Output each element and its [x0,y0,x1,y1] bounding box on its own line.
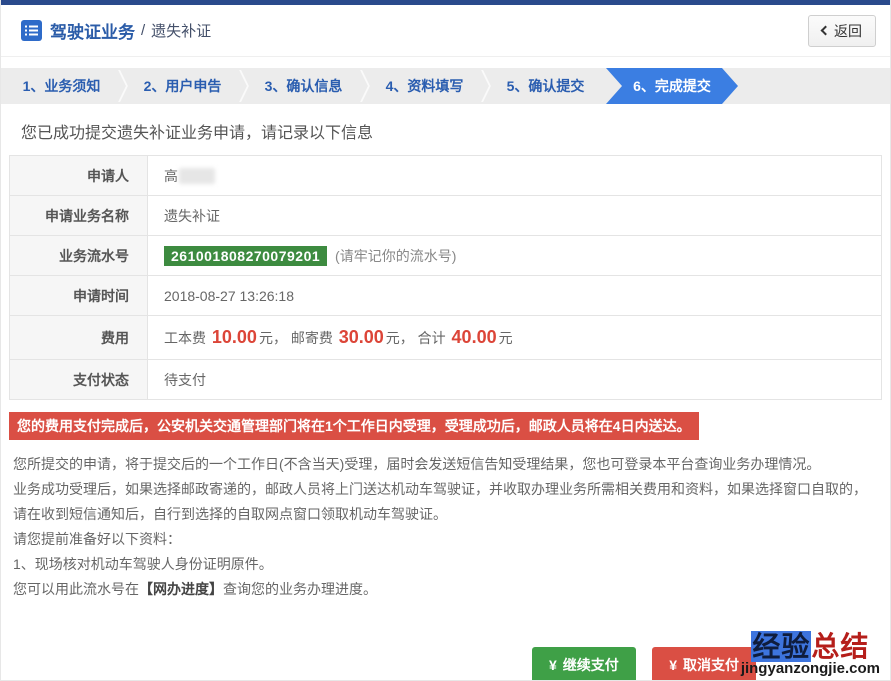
step-label: 3、确认信息 [264,78,343,94]
step-label: 6、完成提交 [633,78,711,94]
serial-note: (请牢记你的流水号) [335,247,457,264]
business-name-label: 申请业务名称 [9,195,148,236]
fee-item-name: 工本费 [164,330,206,346]
page-container: 驾驶证业务 / 遗失补证 返回 1、业务须知 2、用户申告 3、确认信息 4、资… [0,0,891,681]
instruction-paragraph: 请您提前准备好以下资料： [13,531,181,547]
fee-item-amount: 10.00 [211,327,257,347]
instruction-paragraph: 业务成功受理后，如果选择邮政寄递的，邮政人员将上门送达机动车驾驶证，并收取办理业… [13,481,867,522]
step-label: 4、资料填写 [385,78,464,94]
fee-item-name: 合计 [417,330,446,346]
progress-note-suffix: 查询您的业务办理进度。 [223,581,377,597]
progress-menu-highlight: 【网办进度】 [139,581,223,597]
page-title: 驾驶证业务 [50,23,135,42]
breadcrumb-separator: / [141,22,146,39]
back-button-label: 返回 [834,22,862,39]
apply-time-value: 2018-08-27 13:26:18 [147,275,882,316]
table-row-pay-status: 支付状态 待支付 [9,359,882,400]
step-label: 1、业务须知 [22,78,101,94]
pay-status-label: 支付状态 [9,359,148,400]
step-5-confirm-submit: 5、确认提交 [485,68,606,104]
step-progress-bar: 1、业务须知 2、用户申告 3、确认信息 4、资料填写 5、确认提交 6、完成提… [1,68,890,104]
applicant-label: 申请人 [9,155,148,196]
instructions: 您所提交的申请，将于提交后的一个工作日(不含当天)受理，届时会发送短信告知受理结… [13,452,878,602]
table-row-business-name: 申请业务名称 遗失补证 [9,195,882,236]
watermark-text-red: 总结 [811,630,870,662]
fee-separator: ， [272,330,287,346]
table-row-applicant: 申请人 高 [9,155,882,196]
applicant-name: 高 [164,167,178,184]
notice-wrapper: 您的费用支付完成后，公安机关交通管理部门将在1个工作日内受理，受理成功后，邮政人… [9,412,882,440]
progress-query-note: 您可以用此流水号在【网办进度】查询您的业务办理进度。 [13,577,878,602]
watermark-url: jingyanzongjie.com [740,660,880,678]
table-row-serial: 业务流水号 261001808270079201 (请牢记你的流水号) [9,235,882,276]
fee-item-amount: 40.00 [451,327,497,347]
fee-item-amount: 30.00 [338,327,384,347]
continue-payment-button[interactable]: ¥ 继续支付 [531,647,636,680]
success-message: 您已成功提交遗失补证业务申请，请记录以下信息 [21,125,374,142]
step-4-fill-material: 4、资料填写 [364,68,485,104]
fee-separator: ， [399,330,414,346]
step-3-confirm-info: 3、确认信息 [243,68,364,104]
business-list-icon [21,20,42,41]
step-label: 5、确认提交 [506,78,585,94]
fee-unit: 元 [258,330,273,346]
serial-label: 业务流水号 [9,235,148,276]
yuan-icon: ¥ [548,657,557,673]
fee-value-cell: 工本费 10.00 元， 邮寄费 30.00 元， 合计 40.00 元 [147,315,882,360]
serial-value-cell: 261001808270079201 (请牢记你的流水号) [147,235,882,276]
serial-number-badge: 261001808270079201 [164,245,328,266]
page-header: 驾驶证业务 / 遗失补证 返回 [1,5,890,57]
watermark-logo-text: 经验总结 [741,630,880,662]
step-label: 2、用户申告 [143,78,222,94]
submission-info-table: 申请人 高 申请业务名称 遗失补证 业务流水号 2610018082700792… [9,155,882,400]
applicant-value-cell: 高 [147,155,882,196]
table-row-apply-time: 申请时间 2018-08-27 13:26:18 [9,275,882,316]
pay-status-value: 待支付 [147,359,882,400]
back-button[interactable]: 返回 [808,14,876,47]
breadcrumb-current: 遗失补证 [151,23,212,40]
fee-item-name: 邮寄费 [290,330,333,346]
continue-payment-label: 继续支付 [562,657,619,673]
progress-note-prefix: 您可以用此流水号在 [13,581,139,597]
step-2-user-declaration: 2、用户申告 [122,68,243,104]
fee-unit: 元 [385,330,400,346]
fee-unit: 元 [498,330,513,346]
step-6-complete-submit-active: 6、完成提交 [606,68,738,104]
table-row-fee: 费用 工本费 10.00 元， 邮寄费 30.00 元， 合计 40.00 元 [9,315,882,360]
cancel-payment-label: 取消支付 [683,657,739,673]
fee-label: 费用 [9,315,148,360]
business-name-value: 遗失补证 [147,195,882,236]
instruction-paragraph: 1、现场核对机动车驾驶人身份证明原件。 [13,556,273,572]
site-watermark: 经验总结 jingyanzongjie.com [740,630,880,678]
redacted-name-blur [179,167,215,184]
apply-time-label: 申请时间 [9,275,148,316]
chevron-left-icon [820,25,831,36]
step-1-business-notice: 1、业务须知 [1,68,122,104]
yuan-icon: ¥ [669,657,677,673]
watermark-text-blue: 经验 [751,630,812,662]
payment-notice-banner: 您的费用支付完成后，公安机关交通管理部门将在1个工作日内受理，受理成功后，邮政人… [9,412,699,440]
instruction-paragraph: 您所提交的申请，将于提交后的一个工作日(不含当天)受理，届时会发送短信告知受理结… [13,456,821,472]
